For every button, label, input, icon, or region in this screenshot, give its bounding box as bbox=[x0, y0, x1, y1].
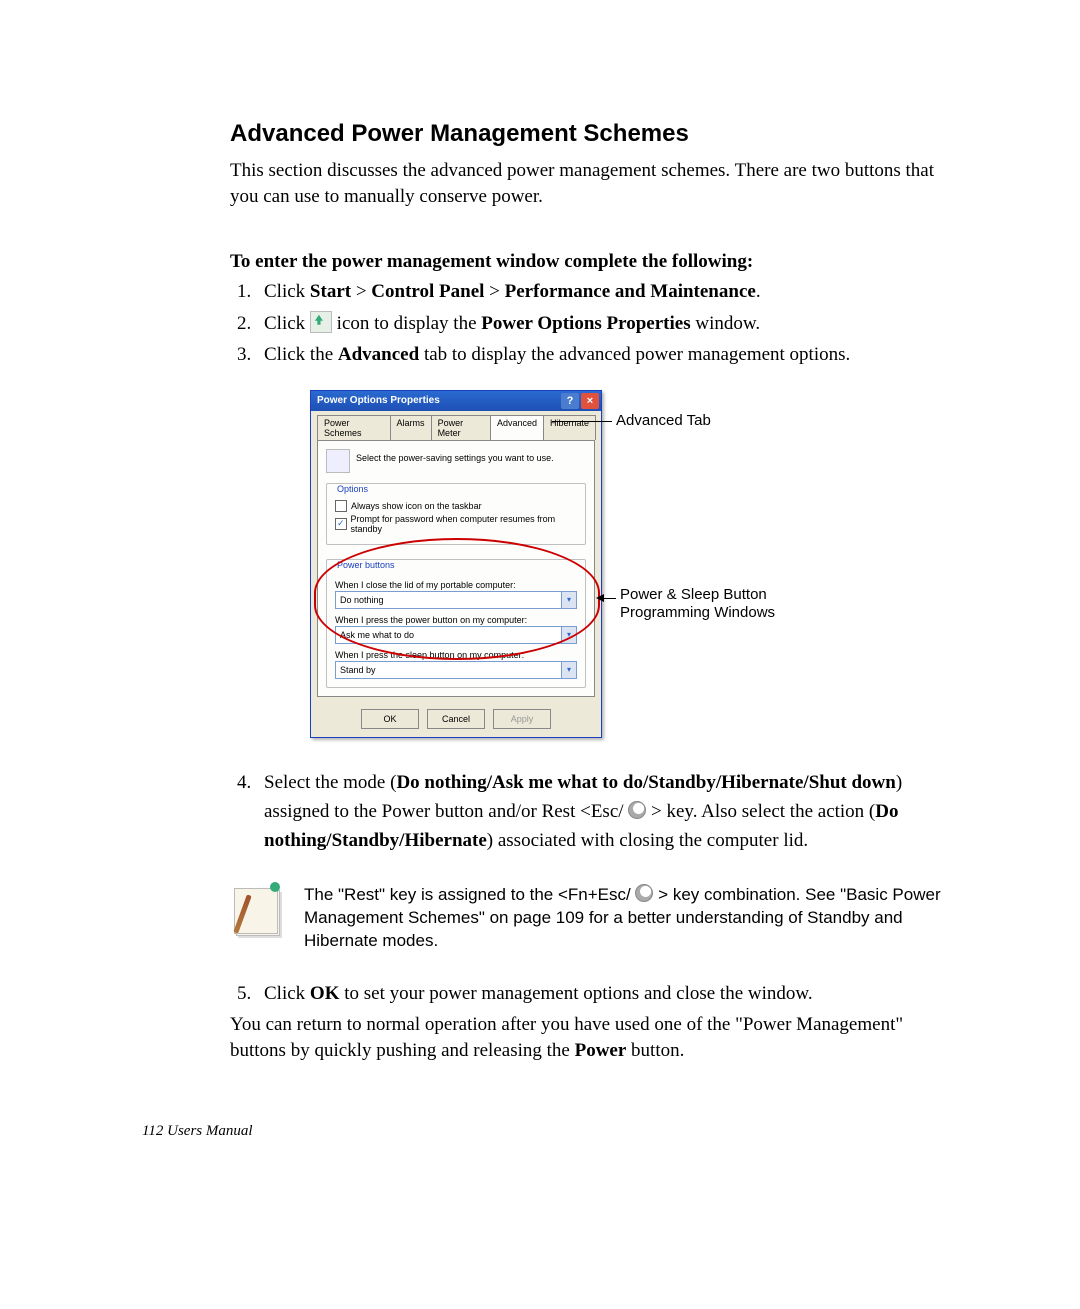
page-footer: 112 Users Manual bbox=[142, 1123, 960, 1140]
procedure-list-final: Click OK to set your power management op… bbox=[230, 979, 960, 1008]
text: Performance and Maintenance bbox=[505, 281, 756, 302]
dialog-figure: Power Options Properties ? × Power Schem… bbox=[310, 390, 960, 738]
dialog-tabs: Power Schemes Alarms Power Meter Advance… bbox=[311, 411, 601, 440]
text: ) associated with closing the computer l… bbox=[487, 830, 808, 851]
text: . bbox=[756, 281, 761, 302]
procedure-list: Click Start > Control Panel > Performanc… bbox=[230, 277, 960, 369]
text: Do nothing/Ask me what to do/Standby/Hib… bbox=[396, 772, 895, 793]
moon-icon bbox=[628, 801, 646, 819]
text: Select the mode ( bbox=[264, 772, 396, 793]
chevron-down-icon: ▾ bbox=[561, 662, 576, 678]
leader-line bbox=[552, 421, 612, 422]
dialog-titlebar: Power Options Properties ? × bbox=[311, 391, 601, 411]
arrow-icon bbox=[596, 594, 604, 602]
group-label: Power buttons bbox=[333, 560, 399, 570]
group-label: Options bbox=[333, 484, 372, 494]
select-value: Ask me what to do bbox=[336, 630, 561, 640]
lid-close-select[interactable]: Do nothing ▾ bbox=[335, 591, 577, 609]
checkbox-show-icon[interactable]: Always show icon on the taskbar bbox=[335, 500, 577, 512]
procedure-list-continued: Select the mode (Do nothing/Ask me what … bbox=[230, 768, 960, 856]
text: You can return to normal operation after… bbox=[230, 1014, 903, 1061]
text: Start bbox=[310, 281, 351, 302]
power-button-select[interactable]: Ask me what to do ▾ bbox=[335, 626, 577, 644]
closing-paragraph: You can return to normal operation after… bbox=[230, 1012, 960, 1063]
callout-advanced-tab: Advanced Tab bbox=[616, 412, 711, 429]
intro-paragraph: This section discusses the advanced powe… bbox=[230, 158, 960, 209]
callout-programming-windows-2: Programming Windows bbox=[620, 604, 775, 621]
text: button. bbox=[626, 1040, 684, 1061]
select-value: Do nothing bbox=[336, 595, 561, 605]
text: > bbox=[351, 281, 371, 302]
note-text: The "Rest" key is assigned to the <Fn+Es… bbox=[304, 884, 960, 953]
power-button-label: When I press the power button on my comp… bbox=[335, 615, 577, 625]
cancel-button[interactable]: Cancel bbox=[427, 709, 485, 729]
power-scheme-icon bbox=[326, 449, 350, 473]
text: The "Rest" key is assigned to the <Fn+Es… bbox=[304, 885, 635, 904]
checkbox-prompt-password[interactable]: ✓ Prompt for password when computer resu… bbox=[335, 514, 577, 534]
callout-programming-windows-1: Power & Sleep Button bbox=[620, 586, 767, 603]
checkbox-label: Prompt for password when computer resume… bbox=[351, 514, 578, 534]
note-icon bbox=[230, 884, 284, 938]
tab-advanced[interactable]: Advanced bbox=[490, 415, 544, 440]
dialog-buttons: OK Cancel Apply bbox=[311, 703, 601, 737]
apply-button[interactable]: Apply bbox=[493, 709, 551, 729]
text: OK bbox=[310, 983, 340, 1004]
select-value: Stand by bbox=[336, 665, 561, 675]
power-options-icon bbox=[310, 311, 332, 333]
checkbox-label: Always show icon on the taskbar bbox=[351, 501, 482, 511]
text: Click the bbox=[264, 344, 338, 365]
chevron-down-icon: ▾ bbox=[561, 592, 576, 608]
tab-advanced-panel: Select the power-saving settings you wan… bbox=[317, 440, 595, 697]
note-block: The "Rest" key is assigned to the <Fn+Es… bbox=[230, 884, 960, 953]
tab-power-schemes[interactable]: Power Schemes bbox=[317, 415, 391, 440]
text: Control Panel bbox=[371, 281, 484, 302]
text: Click bbox=[264, 313, 310, 334]
power-buttons-group: Power buttons When I close the lid of my… bbox=[326, 559, 586, 688]
text: Advanced bbox=[338, 344, 419, 365]
text: Power Options Properties bbox=[481, 313, 690, 334]
checkbox-icon: ✓ bbox=[335, 518, 347, 530]
page-title: Advanced Power Management Schemes bbox=[230, 120, 960, 148]
tab-power-meter[interactable]: Power Meter bbox=[431, 415, 491, 440]
leader-line bbox=[602, 598, 616, 599]
text: Click bbox=[264, 281, 310, 302]
power-options-dialog: Power Options Properties ? × Power Schem… bbox=[310, 390, 602, 738]
step-3: Click the Advanced tab to display the ad… bbox=[256, 340, 960, 369]
ok-button[interactable]: OK bbox=[361, 709, 419, 729]
step-1: Click Start > Control Panel > Performanc… bbox=[256, 277, 960, 306]
chevron-down-icon: ▾ bbox=[561, 627, 576, 643]
text: > key. Also select the action ( bbox=[646, 801, 875, 822]
text: > bbox=[484, 281, 504, 302]
text: to set your power management options and… bbox=[339, 983, 812, 1004]
procedure-heading: To enter the power management window com… bbox=[230, 251, 960, 273]
text: Click bbox=[264, 983, 310, 1004]
text: tab to display the advanced power manage… bbox=[419, 344, 850, 365]
text: window. bbox=[691, 313, 761, 334]
tab-alarms[interactable]: Alarms bbox=[390, 415, 432, 440]
sleep-button-select[interactable]: Stand by ▾ bbox=[335, 661, 577, 679]
close-icon[interactable]: × bbox=[581, 393, 599, 409]
help-icon[interactable]: ? bbox=[561, 393, 579, 409]
step-4: Select the mode (Do nothing/Ask me what … bbox=[256, 768, 960, 856]
step-5: Click OK to set your power management op… bbox=[256, 979, 960, 1008]
lid-close-label: When I close the lid of my portable comp… bbox=[335, 580, 577, 590]
text: Power bbox=[575, 1040, 627, 1061]
step-2: Click icon to display the Power Options … bbox=[256, 309, 960, 338]
panel-description: Select the power-saving settings you wan… bbox=[356, 449, 554, 473]
moon-icon bbox=[635, 884, 653, 902]
checkbox-icon bbox=[335, 500, 347, 512]
tab-hibernate[interactable]: Hibernate bbox=[543, 415, 596, 440]
sleep-button-label: When I press the sleep button on my comp… bbox=[335, 650, 577, 660]
dialog-title: Power Options Properties bbox=[317, 395, 440, 406]
text: icon to display the bbox=[332, 313, 481, 334]
options-group: Options Always show icon on the taskbar … bbox=[326, 483, 586, 545]
